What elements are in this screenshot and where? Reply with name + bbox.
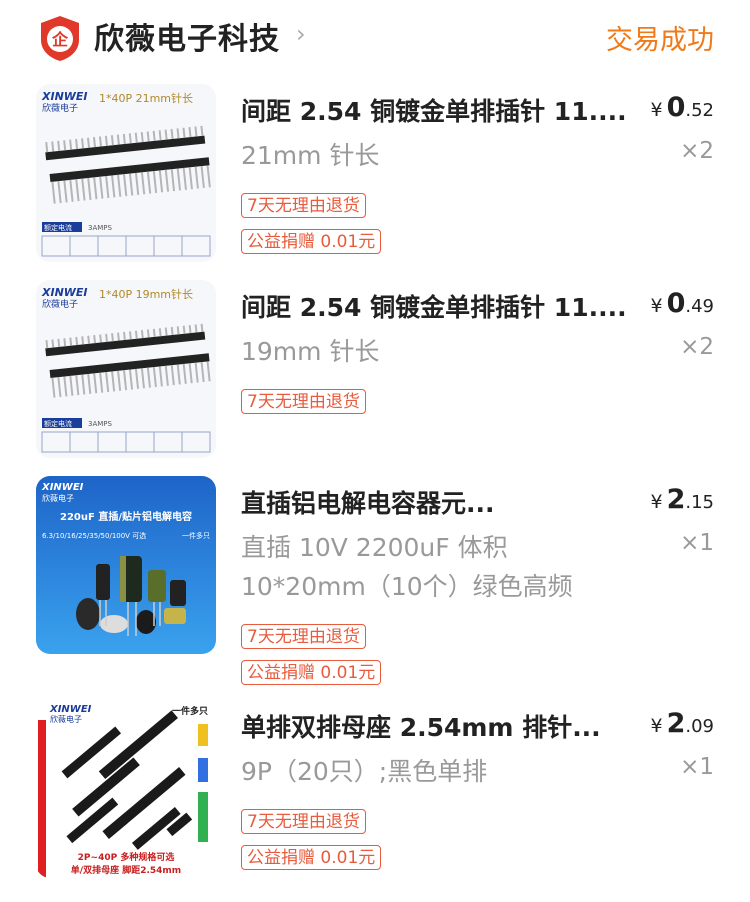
thumb-brand: XINWEI	[41, 286, 88, 299]
thumb-brand: XINWEI	[41, 482, 84, 493]
thumb-caption: 1*40P 21mm针长	[99, 91, 193, 105]
price-dec: .15	[685, 492, 714, 513]
price-int: 0	[666, 92, 686, 123]
product-price: ¥0.52	[650, 92, 714, 123]
order-status: 交易成功	[606, 25, 714, 56]
product-price: ¥0.49	[650, 288, 714, 319]
spec-line: 直插 10V 2200uF 体积	[241, 533, 508, 562]
tag-return-policy: 7天无理由退货	[241, 809, 366, 834]
thumb-badge: 一件多只	[182, 531, 210, 540]
product-spec: 21mm 针长	[241, 136, 621, 175]
product-price: ¥2.09	[650, 708, 714, 739]
tag-return-policy: 7天无理由退货	[241, 624, 366, 649]
thumb-spec-label: 额定电流	[44, 223, 72, 232]
thumb-caption: 2P~40P 多种规格可选	[78, 851, 175, 863]
shop-name[interactable]: 欣薇电子科技	[94, 14, 280, 58]
thumb-spec-value: 3AMPS	[88, 224, 113, 232]
thumb-badge: 一件多只	[172, 705, 208, 717]
price-dec: .49	[685, 296, 714, 317]
thumb-brand: XINWEI	[49, 704, 92, 715]
price-dec: .52	[685, 100, 714, 121]
thumb-spec-label: 额定电流	[44, 419, 72, 428]
thumb-caption: 220uF 直插/贴片铝电解电容	[60, 510, 192, 523]
product-thumbnail[interactable]: XINWEI 欣薇电子 220uF 直插/贴片铝电解电容 6.3/10/16/2…	[36, 476, 216, 654]
price-int: 2	[666, 708, 686, 739]
product-spec: 19mm 针长	[241, 332, 621, 371]
product-title[interactable]: 间距 2.54 铜镀金单排插针 11....	[241, 288, 636, 324]
tag-return-policy: 7天无理由退货	[241, 389, 366, 414]
order-item[interactable]: XINWEI 欣薇电子 1*40P 19mm针长 额定电流 3AMPS 间距 2…	[0, 280, 750, 465]
spec-line: 19mm 针长	[241, 337, 380, 366]
tag-return-policy: 7天无理由退货	[241, 193, 366, 218]
tag-charity: 公益捐赠 0.01元	[241, 660, 382, 685]
product-spec: 9P（20只）;黑色单排	[241, 752, 621, 791]
price-currency: ¥	[650, 99, 663, 121]
thumb-brand-sub: 欣薇电子	[42, 298, 78, 310]
price-int: 2	[666, 484, 686, 515]
tag-charity: 公益捐赠 0.01元	[241, 845, 382, 870]
spec-line: 10*20mm（10个）绿色高频	[241, 572, 573, 601]
thumb-spec-value: 3AMPS	[88, 420, 113, 428]
product-title[interactable]: 直插铝电解电容器元...	[241, 484, 636, 520]
spec-line: 9P（20只）;黑色单排	[241, 757, 488, 786]
product-quantity: ×1	[680, 530, 714, 556]
thumb-brand-sub: 欣薇电子	[42, 493, 74, 503]
thumb-voltages: 6.3/10/16/25/35/50/100V 可选	[42, 531, 146, 540]
order-item[interactable]: XINWEI 欣薇电子 1*40P 21mm针长 额定电流 3AMPS 间距 2…	[0, 84, 750, 274]
product-price: ¥2.15	[650, 484, 714, 515]
product-thumbnail[interactable]: XINWEI 欣薇电子 1*40P 21mm针长 额定电流 3AMPS	[36, 84, 216, 262]
price-currency: ¥	[650, 715, 663, 737]
order-item[interactable]: XINWEI 欣薇电子 220uF 直插/贴片铝电解电容 6.3/10/16/2…	[0, 476, 750, 686]
thumb-brand-sub: 欣薇电子	[50, 714, 82, 724]
thumb-caption-2: 单/双排母座 脚距2.54mm	[71, 864, 181, 876]
chevron-right-icon[interactable]: ›	[296, 20, 306, 48]
tag-charity: 公益捐赠 0.01元	[241, 229, 382, 254]
product-title[interactable]: 单排双排母座 2.54mm 排针...	[241, 708, 636, 744]
product-quantity: ×1	[680, 754, 714, 780]
product-title[interactable]: 间距 2.54 铜镀金单排插针 11....	[241, 92, 636, 128]
price-int: 0	[666, 288, 686, 319]
price-currency: ¥	[650, 491, 663, 513]
thumb-brand-sub: 欣薇电子	[42, 102, 78, 114]
price-currency: ¥	[650, 295, 663, 317]
price-dec: .09	[685, 716, 714, 737]
thumb-caption: 1*40P 19mm针长	[99, 287, 193, 301]
shop-logo-icon[interactable]: 企	[38, 14, 82, 62]
product-quantity: ×2	[680, 334, 714, 360]
shop-header: 企 欣薇电子科技 › 交易成功	[0, 0, 750, 78]
order-item[interactable]: XINWEI 欣薇电子 一件多只 2P~40P 多种规格可选 单/双排母座 脚距…	[0, 700, 750, 890]
product-spec: 直插 10V 2200uF 体积 10*20mm（10个）绿色高频	[241, 528, 621, 606]
spec-line: 21mm 针长	[241, 141, 380, 170]
product-thumbnail[interactable]: XINWEI 欣薇电子 1*40P 19mm针长 额定电流 3AMPS	[36, 280, 216, 458]
product-thumbnail[interactable]: XINWEI 欣薇电子 一件多只 2P~40P 多种规格可选 单/双排母座 脚距…	[36, 700, 216, 878]
product-quantity: ×2	[680, 138, 714, 164]
thumb-brand: XINWEI	[41, 90, 88, 103]
shop-logo-text: 企	[51, 30, 69, 49]
